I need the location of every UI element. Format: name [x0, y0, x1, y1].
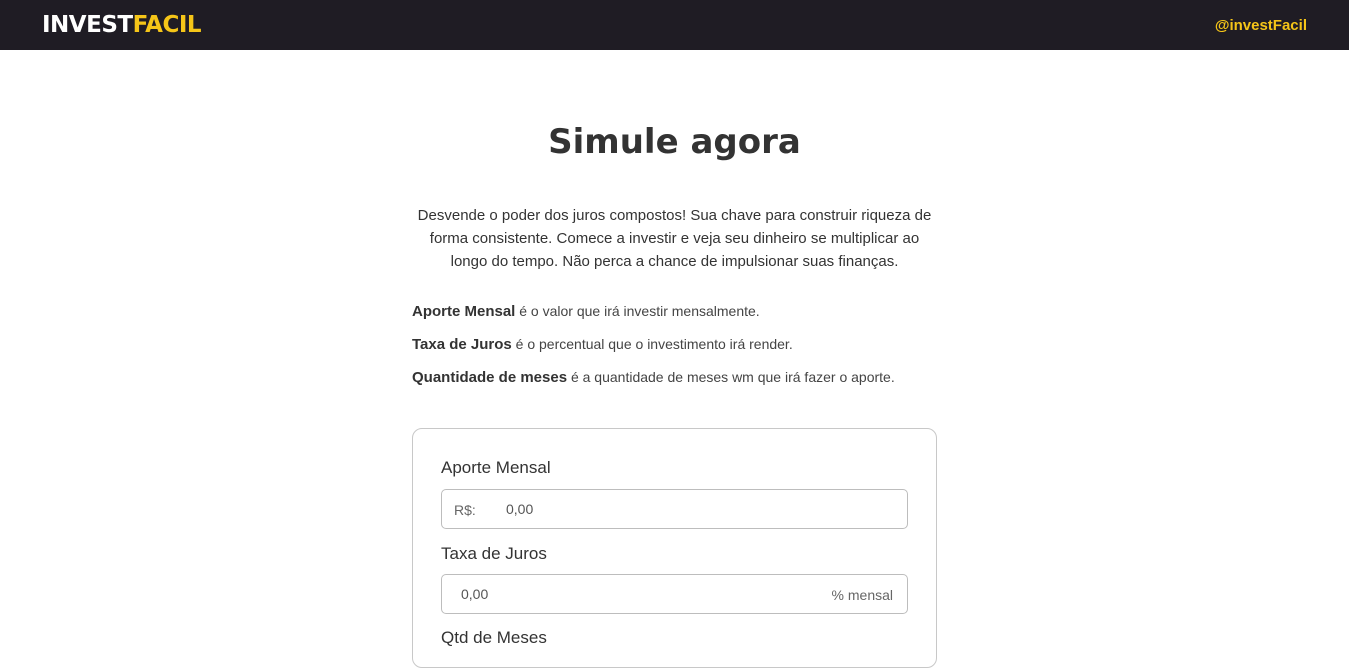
aporte-input[interactable]	[506, 498, 886, 520]
percent-suffix: % mensal	[831, 587, 893, 603]
definition-aporte: Aporte Mensal é o valor que irá investir…	[412, 302, 760, 321]
definition-text: é o percentual que o investimento irá re…	[511, 336, 793, 352]
definition-text: é a quantidade de meses wm que irá fazer…	[567, 369, 895, 385]
brand-logo[interactable]: INVESTFACIL	[42, 12, 202, 38]
definition-text: é o valor que irá investir mensalmente.	[515, 303, 760, 319]
simulation-form-card: Aporte Mensal R$: Taxa de Juros % mensal…	[412, 428, 937, 668]
logo-invest: INVEST	[42, 12, 133, 38]
definition-meses: Quantidade de meses é a quantidade de me…	[412, 368, 895, 387]
currency-prefix: R$:	[454, 502, 476, 518]
aporte-label: Aporte Mensal	[441, 458, 551, 477]
logo-facil: FACIL	[132, 12, 202, 38]
definition-term: Aporte Mensal	[412, 303, 516, 320]
taxa-field[interactable]: % mensal	[441, 574, 908, 614]
taxa-input[interactable]	[461, 583, 801, 605]
definition-term: Taxa de Juros	[412, 336, 512, 353]
social-handle-link[interactable]: @investFacil	[1215, 17, 1307, 35]
top-navbar: INVESTFACIL @investFacil	[0, 0, 1349, 50]
page-title: Simule agora	[548, 122, 801, 162]
intro-line: forma consistente. Comece a investir e v…	[429, 230, 920, 247]
intro-paragraph: Desvende o poder dos juros compostos! Su…	[384, 204, 965, 273]
intro-line: Desvende o poder dos juros compostos! Su…	[417, 207, 932, 224]
intro-line: longo do tempo. Não perca a chance de im…	[450, 253, 899, 270]
taxa-label: Taxa de Juros	[441, 544, 547, 563]
definition-taxa: Taxa de Juros é o percentual que o inves…	[412, 335, 793, 354]
meses-label: Qtd de Meses	[441, 628, 547, 647]
definition-term: Quantidade de meses	[412, 369, 568, 386]
aporte-field[interactable]: R$:	[441, 489, 908, 529]
